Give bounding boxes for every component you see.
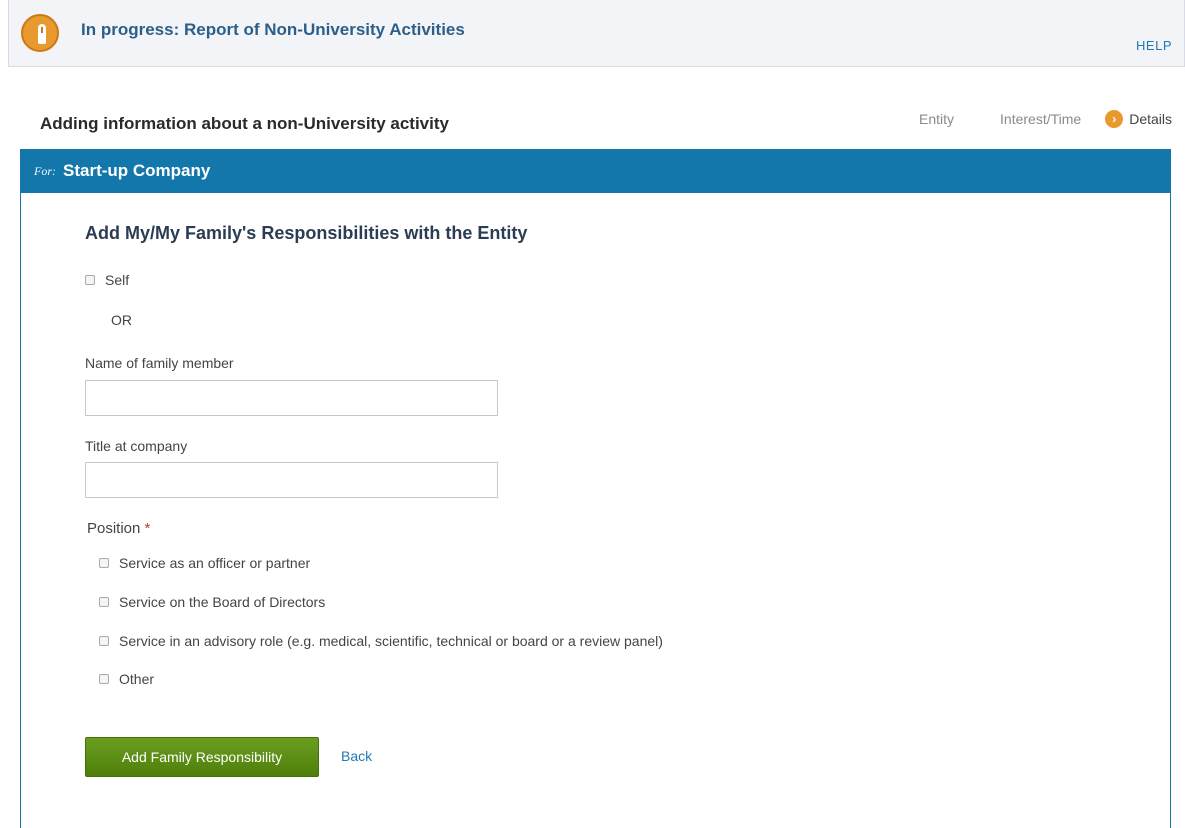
step-entity[interactable]: Entity [919, 111, 954, 127]
chevron-right-circle-icon: › [1105, 110, 1124, 128]
position-checkbox-board[interactable] [99, 597, 109, 607]
title-at-company-label: Title at company [85, 438, 188, 454]
position-label: Position * [87, 520, 150, 537]
position-option[interactable]: Service on the Board of Directors [99, 594, 325, 610]
position-option[interactable]: Service as an officer or partner [99, 555, 310, 571]
position-checkbox-officer[interactable] [99, 558, 109, 568]
self-checkbox[interactable] [85, 275, 95, 285]
form-title: Add My/My Family's Responsibilities with… [85, 223, 528, 243]
position-option[interactable]: Service in an advisory role (e.g. medica… [99, 633, 663, 649]
self-label: Self [105, 272, 130, 288]
step-details-label: Details [1129, 111, 1172, 127]
position-label-officer: Service as an officer or partner [119, 555, 311, 571]
app-title: In progress: Report of Non-University Ac… [81, 20, 465, 39]
position-label-board: Service on the Board of Directors [119, 594, 326, 610]
title-at-company-input[interactable] [85, 462, 498, 498]
back-link[interactable]: Back [341, 748, 372, 764]
position-option[interactable]: Other [99, 671, 154, 687]
wizard-steps: Entity Interest/Time › Details [873, 110, 1172, 128]
family-member-input[interactable] [85, 380, 498, 416]
for-bar: For: Start-up Company [20, 149, 1171, 193]
for-value: Start-up Company [63, 161, 211, 180]
add-family-responsibility-button[interactable]: Add Family Responsibility [85, 737, 319, 777]
position-checkbox-advisory[interactable] [99, 636, 109, 646]
help-link[interactable]: HELP [1136, 38, 1172, 53]
position-label-text: Position [87, 520, 141, 537]
required-mark: * [144, 520, 151, 537]
for-label: For: [34, 163, 56, 178]
app-header: In progress: Report of Non-University Ac… [8, 0, 1185, 67]
family-member-label: Name of family member [85, 355, 234, 371]
step-interest-time[interactable]: Interest/Time [1000, 111, 1081, 127]
position-label-advisory: Service in an advisory role (e.g. medica… [119, 633, 663, 649]
position-label-other: Other [119, 671, 155, 687]
position-checkbox-other[interactable] [99, 674, 109, 684]
or-label: OR [111, 312, 132, 328]
page-title: Adding information about a non-Universit… [40, 114, 449, 133]
step-details: › Details [1105, 110, 1172, 128]
self-option[interactable]: Self [85, 272, 129, 288]
form-panel: Add My/My Family's Responsibilities with… [20, 193, 1171, 828]
mouse-logo-icon [21, 14, 59, 52]
